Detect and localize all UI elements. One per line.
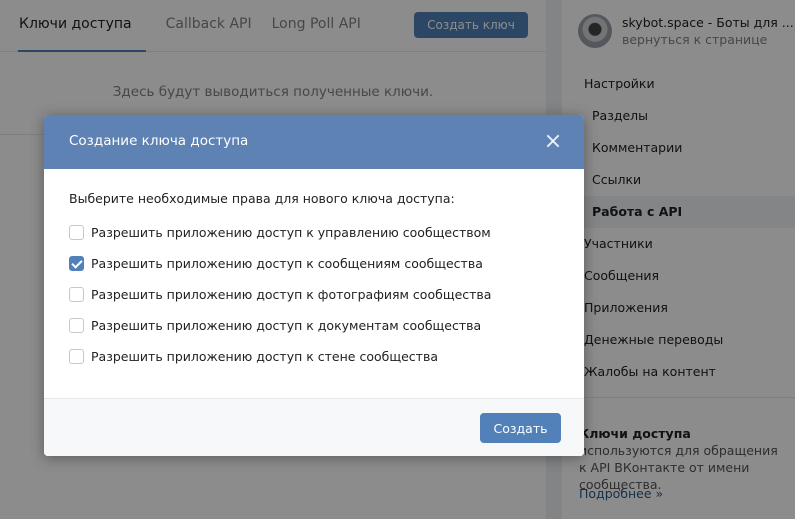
permission-label[interactable]: Разрешить приложению доступ к сообщениям… bbox=[91, 256, 483, 271]
permission-label[interactable]: Разрешить приложению доступ к стене сооб… bbox=[91, 349, 438, 364]
create-key-modal: Создание ключа доступа Выберите необходи… bbox=[44, 115, 584, 456]
modal-footer: Создать bbox=[44, 398, 584, 456]
permission-label[interactable]: Разрешить приложению доступ к документам… bbox=[91, 318, 481, 333]
permission-row[interactable]: Разрешить приложению доступ к управлению… bbox=[69, 217, 559, 248]
checkbox[interactable] bbox=[69, 225, 84, 240]
permissions-list: Разрешить приложению доступ к управлению… bbox=[69, 217, 559, 372]
checkbox[interactable] bbox=[69, 349, 84, 364]
modal-body: Выберите необходимые права для нового кл… bbox=[44, 169, 584, 372]
create-button[interactable]: Создать bbox=[480, 413, 561, 443]
close-icon[interactable] bbox=[546, 134, 560, 148]
permissions-prompt: Выберите необходимые права для нового кл… bbox=[69, 191, 455, 206]
permission-row[interactable]: Разрешить приложению доступ к документам… bbox=[69, 310, 559, 341]
permission-row[interactable]: Разрешить приложению доступ к сообщениям… bbox=[69, 248, 559, 279]
modal-header: Создание ключа доступа bbox=[44, 115, 584, 169]
checkbox-checked[interactable] bbox=[69, 256, 84, 271]
checkbox[interactable] bbox=[69, 287, 84, 302]
permission-label[interactable]: Разрешить приложению доступ к управлению… bbox=[91, 225, 491, 240]
permission-row[interactable]: Разрешить приложению доступ к фотография… bbox=[69, 279, 559, 310]
modal-title: Создание ключа доступа bbox=[69, 133, 249, 149]
checkbox[interactable] bbox=[69, 318, 84, 333]
permission-label[interactable]: Разрешить приложению доступ к фотография… bbox=[91, 287, 491, 302]
permission-row[interactable]: Разрешить приложению доступ к стене сооб… bbox=[69, 341, 559, 372]
